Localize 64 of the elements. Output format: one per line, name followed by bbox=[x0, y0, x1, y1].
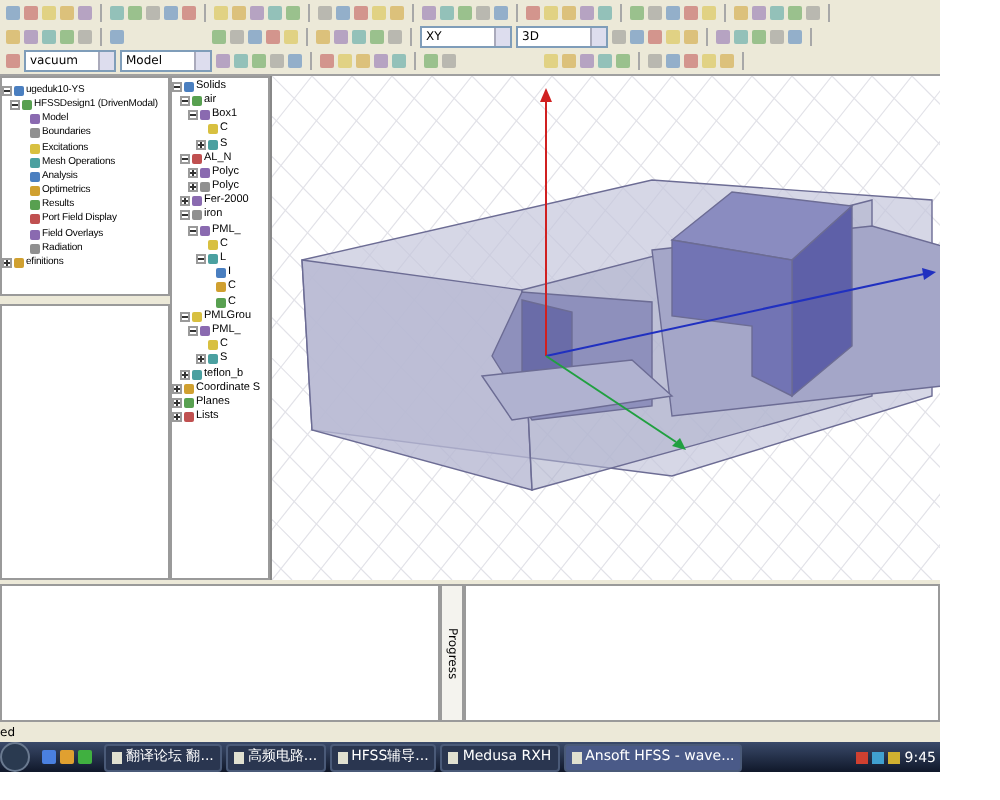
node-icon bbox=[30, 157, 40, 168]
node-icon bbox=[30, 243, 40, 254]
caret-icon bbox=[194, 51, 210, 69]
node-icon bbox=[192, 369, 202, 380]
expand-toggle[interactable] bbox=[196, 139, 206, 150]
node-icon bbox=[200, 325, 210, 336]
node-icon bbox=[30, 171, 40, 182]
node-icon bbox=[216, 297, 226, 308]
node-icon bbox=[208, 124, 218, 135]
node-icon bbox=[30, 128, 40, 139]
node-icon bbox=[200, 225, 210, 236]
caret-icon bbox=[98, 51, 114, 69]
expand-toggle[interactable] bbox=[180, 95, 190, 106]
caret-icon bbox=[590, 27, 606, 45]
node-icon bbox=[216, 282, 226, 293]
node-icon bbox=[200, 167, 210, 178]
node-icon bbox=[208, 139, 218, 150]
expand-toggle[interactable] bbox=[188, 325, 198, 336]
node-icon bbox=[14, 258, 24, 269]
expand-toggle[interactable] bbox=[196, 254, 206, 265]
node-icon bbox=[30, 229, 40, 240]
expand-toggle[interactable] bbox=[172, 397, 182, 408]
node-icon bbox=[30, 114, 40, 125]
caret-icon bbox=[494, 27, 510, 45]
node-icon bbox=[192, 95, 202, 106]
expand-toggle[interactable] bbox=[10, 99, 20, 110]
node-icon bbox=[192, 311, 202, 322]
node-icon bbox=[208, 239, 218, 250]
start-button[interactable] bbox=[0, 742, 30, 772]
node-icon bbox=[192, 210, 202, 221]
node-icon bbox=[184, 383, 194, 394]
expand-toggle[interactable] bbox=[180, 210, 190, 221]
node-icon bbox=[184, 81, 194, 92]
expand-toggle[interactable] bbox=[188, 110, 198, 121]
expand-toggle[interactable] bbox=[172, 412, 182, 423]
node-icon bbox=[208, 340, 218, 351]
node-icon bbox=[192, 153, 202, 164]
expand-toggle[interactable] bbox=[180, 311, 190, 322]
node-icon bbox=[30, 186, 40, 197]
expand-toggle[interactable] bbox=[2, 85, 12, 96]
expand-toggle[interactable] bbox=[188, 225, 198, 236]
node-icon bbox=[208, 354, 218, 365]
node-icon bbox=[184, 397, 194, 408]
expand-toggle[interactable] bbox=[172, 383, 182, 394]
y-axis-arrow bbox=[545, 354, 686, 450]
expand-toggle[interactable] bbox=[188, 167, 198, 178]
expand-toggle[interactable] bbox=[180, 369, 190, 380]
expand-toggle[interactable] bbox=[172, 81, 182, 92]
node-icon bbox=[30, 200, 40, 211]
node-icon bbox=[30, 214, 40, 225]
node-icon bbox=[184, 412, 194, 423]
node-icon bbox=[14, 85, 24, 96]
node-icon bbox=[30, 143, 40, 154]
expand-toggle[interactable] bbox=[180, 196, 190, 207]
node-icon bbox=[208, 254, 218, 265]
node-icon bbox=[200, 110, 210, 121]
expand-toggle[interactable] bbox=[188, 182, 198, 193]
expand-toggle[interactable] bbox=[2, 258, 12, 269]
node-icon bbox=[200, 182, 210, 193]
node-icon bbox=[192, 196, 202, 207]
node-icon bbox=[22, 99, 32, 110]
expand-toggle[interactable] bbox=[180, 153, 190, 164]
node-icon bbox=[216, 268, 226, 279]
expand-toggle[interactable] bbox=[196, 354, 206, 365]
